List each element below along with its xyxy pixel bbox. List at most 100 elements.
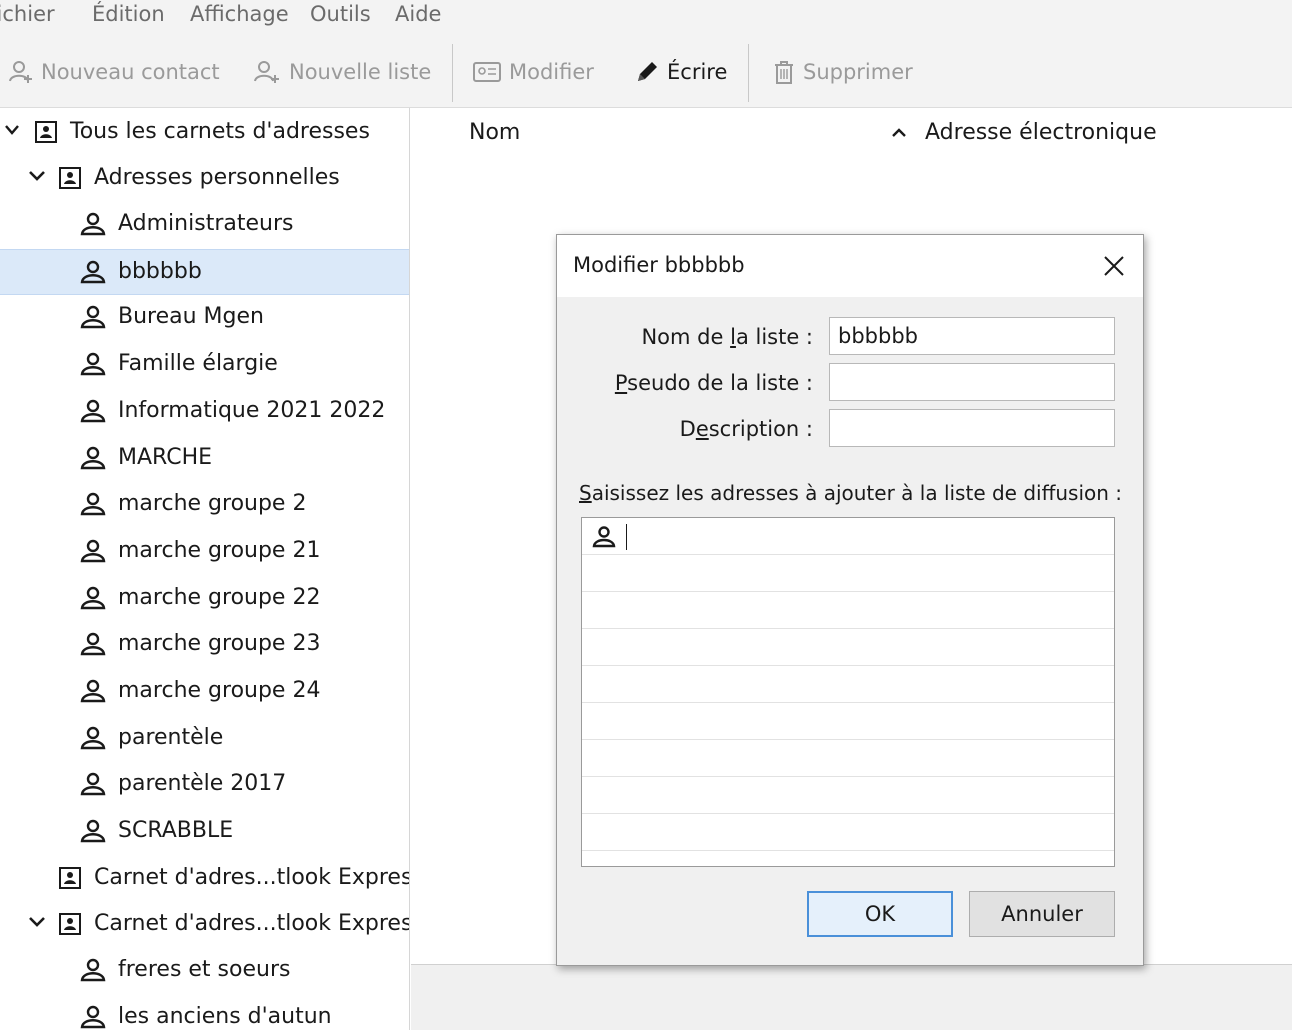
tree-item-outlook-book[interactable]: Carnet d'adres...tlook Express bbox=[0, 902, 410, 948]
label-text: seudo de la liste : bbox=[627, 371, 813, 395]
person-icon bbox=[592, 526, 616, 548]
mailing-list-icon bbox=[80, 446, 106, 469]
mailing-list-icon bbox=[80, 212, 106, 236]
tree-item-list[interactable]: marche groupe 2 bbox=[0, 482, 409, 528]
address-book-icon bbox=[59, 867, 81, 889]
tree-item-list[interactable]: marche groupe 23 bbox=[0, 622, 409, 668]
description-label: Description : bbox=[680, 417, 813, 441]
mailing-list-icon bbox=[80, 399, 106, 422]
tree-item-label: SCRABBLE bbox=[118, 818, 234, 844]
tree-item-list[interactable]: les anciens d'autun bbox=[0, 995, 409, 1030]
tree-item-label: Carnet d'adres...tlook Express bbox=[94, 865, 410, 890]
mailing-list-icon bbox=[80, 819, 106, 843]
tree-item-list[interactable]: Bureau Mgen bbox=[0, 295, 409, 341]
new-contact-button[interactable]: Nouveau contact bbox=[8, 52, 220, 92]
tree-item-label: Carnet d'adres...tlook Express bbox=[94, 911, 410, 936]
description-input[interactable] bbox=[829, 409, 1115, 447]
address-entry-row[interactable] bbox=[582, 740, 1114, 777]
address-entry-row[interactable] bbox=[582, 592, 1114, 629]
label-text: Nom de bbox=[641, 325, 731, 349]
address-entry-row[interactable] bbox=[582, 518, 1114, 555]
menu-file[interactable]: Fichier bbox=[0, 2, 55, 26]
sort-ascending-icon[interactable] bbox=[891, 128, 907, 138]
toolbar-separator bbox=[452, 44, 453, 102]
address-entry-row[interactable] bbox=[582, 666, 1114, 703]
tree-item-list[interactable]: marche groupe 22 bbox=[0, 576, 409, 622]
mailing-list-icon bbox=[80, 679, 106, 703]
tree-item-personal[interactable]: Adresses personnelles bbox=[0, 156, 409, 202]
menu-help[interactable]: Aide bbox=[395, 2, 441, 26]
tree-item-list[interactable]: parentèle bbox=[0, 716, 409, 762]
mailing-list-icon bbox=[80, 306, 106, 329]
menu-tools[interactable]: Outils bbox=[310, 2, 371, 26]
addresses-label: Saisissez les adresses à ajouter à la li… bbox=[579, 481, 1122, 505]
mailing-list-icon bbox=[80, 633, 106, 656]
dialog-title: Modifier bbbbbb bbox=[573, 253, 745, 277]
toolbar-separator bbox=[748, 44, 749, 102]
ok-button[interactable]: OK bbox=[807, 891, 953, 937]
contact-details-pane bbox=[411, 964, 1292, 1030]
edit-button[interactable]: Modifier bbox=[472, 52, 594, 92]
menu-view[interactable]: Affichage bbox=[190, 2, 289, 26]
tree-item-list[interactable]: marche groupe 24 bbox=[0, 669, 409, 715]
address-entry-row[interactable] bbox=[582, 629, 1114, 666]
tree-item-list[interactable]: freres et soeurs bbox=[0, 948, 409, 994]
tree-item-label: Famille élargie bbox=[118, 351, 278, 377]
write-button[interactable]: Écrire bbox=[634, 52, 727, 92]
new-contact-label: Nouveau contact bbox=[41, 60, 220, 84]
address-entry-row[interactable] bbox=[582, 777, 1114, 814]
cancel-button[interactable]: Annuler bbox=[969, 891, 1115, 937]
close-icon[interactable] bbox=[1099, 251, 1129, 281]
pencil-icon bbox=[638, 62, 657, 81]
menu-edit[interactable]: Édition bbox=[92, 2, 165, 26]
address-book-icon bbox=[35, 121, 57, 143]
list-name-input[interactable] bbox=[829, 317, 1115, 355]
label-text: a liste : bbox=[735, 325, 813, 349]
mailing-list-icon bbox=[80, 492, 106, 516]
tree-item-list[interactable]: bbbbbb bbox=[0, 248, 409, 295]
tree-item-label: MARCHE bbox=[118, 444, 213, 470]
label-text: scription : bbox=[708, 417, 813, 441]
tree-item-list[interactable]: Administrateurs bbox=[0, 202, 409, 248]
address-entry-row[interactable] bbox=[582, 814, 1114, 851]
list-nickname-input[interactable] bbox=[829, 363, 1115, 401]
tree-item-outlook-book[interactable]: Carnet d'adres...tlook Express bbox=[0, 856, 410, 902]
toolbar: Nouveau contact Nouvelle liste Modifier bbox=[0, 36, 1292, 108]
chevron-down-icon[interactable] bbox=[28, 169, 46, 183]
column-header-name[interactable]: Nom bbox=[469, 120, 520, 145]
chevron-down-icon[interactable] bbox=[28, 915, 46, 929]
address-book-icon bbox=[59, 167, 81, 189]
address-entry-row[interactable] bbox=[582, 555, 1114, 592]
tree-item-list[interactable]: parentèle 2017 bbox=[0, 762, 409, 808]
tree-item-label: les anciens d'autun bbox=[118, 1004, 332, 1029]
tree-item-label: Informatique 2021 2022 bbox=[118, 397, 386, 423]
new-list-button[interactable]: Nouvelle liste bbox=[254, 52, 431, 92]
tree-item-label: marche groupe 22 bbox=[118, 584, 321, 610]
address-entry-row[interactable] bbox=[582, 703, 1114, 740]
access-key: e bbox=[695, 417, 709, 441]
tree-item-list[interactable]: Famille élargie bbox=[0, 342, 409, 388]
tree-item-list[interactable]: marche groupe 21 bbox=[0, 529, 409, 575]
mailing-list-icon bbox=[80, 586, 106, 609]
chevron-down-icon[interactable] bbox=[4, 123, 20, 137]
trash-icon bbox=[775, 61, 793, 84]
menu-bar: Fichier Édition Affichage Outils Aide bbox=[0, 0, 1292, 36]
edit-card-icon bbox=[473, 62, 501, 82]
tree-item-list[interactable]: SCRABBLE bbox=[0, 809, 409, 855]
column-header-email[interactable]: Adresse électronique bbox=[925, 120, 1157, 145]
delete-button[interactable]: Supprimer bbox=[772, 52, 913, 92]
mailing-list-icon bbox=[80, 726, 106, 749]
address-entry-list[interactable] bbox=[581, 517, 1115, 867]
tree-item-list[interactable]: Informatique 2021 2022 bbox=[0, 389, 409, 435]
tree-item-list[interactable]: MARCHE bbox=[0, 436, 409, 482]
address-book-tree: Tous les carnets d'adresses Adresses per… bbox=[0, 108, 410, 1030]
tree-item-all-books[interactable]: Tous les carnets d'adresses bbox=[0, 110, 409, 156]
tree-item-label: marche groupe 2 bbox=[118, 491, 307, 517]
address-entry-row[interactable] bbox=[582, 851, 1114, 866]
new-list-icon bbox=[254, 61, 279, 83]
new-contact-icon bbox=[9, 61, 32, 83]
tree-item-label: parentèle bbox=[118, 724, 224, 750]
text-cursor bbox=[626, 524, 627, 550]
tree-item-label: marche groupe 24 bbox=[118, 678, 321, 703]
new-list-label: Nouvelle liste bbox=[289, 60, 432, 84]
